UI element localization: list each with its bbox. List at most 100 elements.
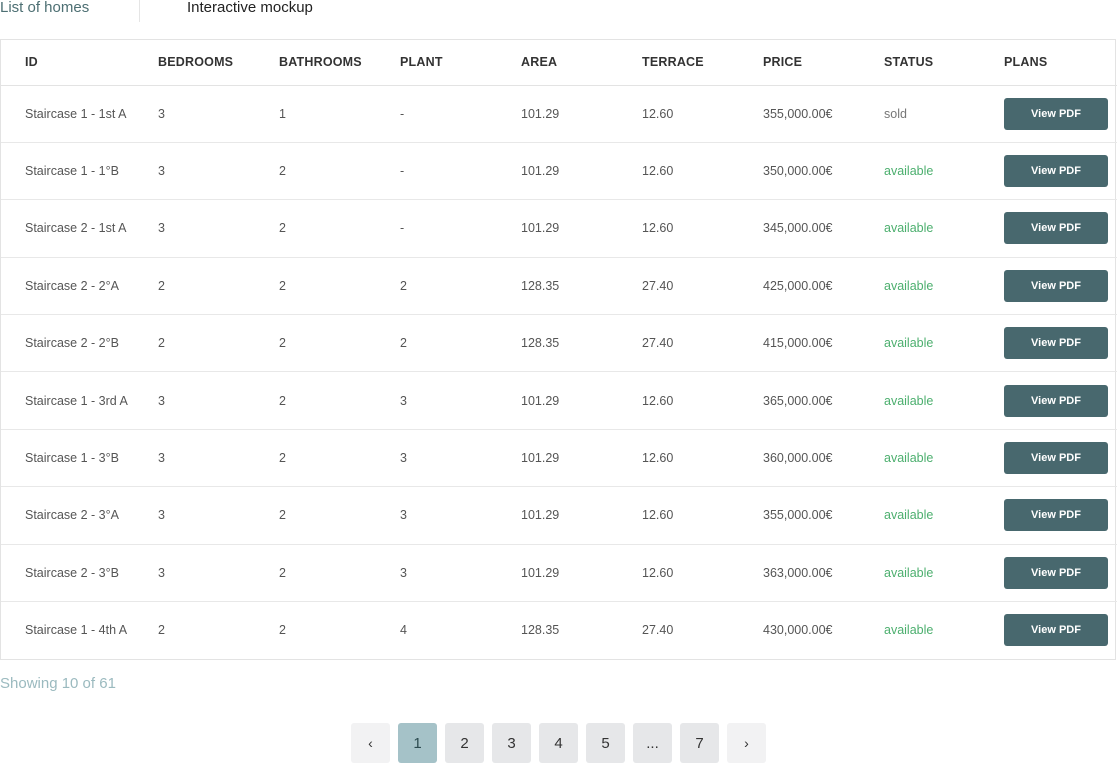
cell-plans: View PDF [1004,142,1117,201]
cell-bedrooms: 3 [158,85,279,143]
chevron-right-icon: › [744,735,749,751]
chevron-left-icon: ‹ [368,735,373,751]
cell-bedrooms: 3 [158,371,279,430]
tab-interactive-mockup[interactable]: Interactive mockup [187,0,313,18]
view-pdf-button[interactable]: View PDF [1004,384,1108,417]
header-terrace: TERRACE [642,40,763,86]
pagination-next-button[interactable]: › [727,723,766,763]
cell-status: sold [884,85,1004,143]
cell-status: available [884,544,1004,603]
table-row: Staircase 2 - 1st A 3 2-101.29 12.60 345,000… [1,199,1117,258]
cell-plans: View PDF [1004,544,1117,603]
cell-bathrooms: 1 [279,85,400,143]
header-area: AREA [521,40,642,86]
cell-plant: - [400,142,521,201]
cell-bedrooms: 2 [158,314,279,373]
view-pdf-button[interactable]: View PDF [1004,556,1108,589]
cell-area: 101.29 [521,486,642,545]
cell-price: 350,000.00€ [763,142,884,201]
cell-plant: - [400,199,521,258]
cell-status: available [884,199,1004,258]
cell-id: Staircase 1 - 1st A [1,85,158,143]
pagination-page-4[interactable]: 4 [539,723,578,763]
table-row: Staircase 1 - 1°B 3 2-101.29 12.60 350,000.0… [1,142,1117,201]
cell-id: Staircase 2 - 3°B [1,544,158,603]
pagination-page-5[interactable]: 5 [586,723,625,763]
cell-bathrooms: 2 [279,257,400,316]
cell-terrace: 12.60 [642,142,763,201]
table-body: Staircase 1 - 1st A 3 1-101.29 12.60 355,000… [1,85,1117,659]
cell-bedrooms: 2 [158,623,165,638]
tab-divider [139,0,140,22]
cell-plant: 3 [400,429,521,488]
table-row: Staircase 1 - 1st A 3 1-101.29 12.60 355,000… [1,85,1117,143]
cell-area: 101.29 [521,199,642,258]
table-row: Staircase 1 - 3rd A 3 2 3 101.29 12.60 365,000… [1,371,1117,430]
cell-price: 355,000.00€ [763,486,884,545]
view-pdf-button[interactable]: View PDF [1004,614,1108,647]
cell-id: Staircase 1 - 3rd A [1,371,158,430]
cell-plans: View PDF [1004,486,1117,545]
tab-list-of-homes[interactable]: List of homes [0,0,89,18]
cell-id: Staircase 2 - 3°A [1,486,158,545]
cell-price: 430,000.00€ [763,623,833,638]
cell-status: available [884,314,1004,373]
cell-plans: View PDF [1004,257,1117,316]
pagination: ‹ 1 2 3 4 5 ... 7 › [351,723,766,763]
cell-plans: View PDF [1004,199,1117,258]
cell-terrace: 12.60 [642,85,763,143]
cell-plant: 3 [400,486,521,545]
cell-bathrooms: 2 [279,544,400,603]
cell-area: 101.29 [521,429,642,488]
cell-plans: View PDF [1004,429,1117,488]
header-plans: PLANS [1004,40,1117,86]
cell-bedrooms: 3 [158,486,279,545]
cell-status: available [884,486,1004,545]
pagination-page-2[interactable]: 2 [445,723,484,763]
cell-status: available [884,257,1004,316]
cell-plans: View PDF [1004,314,1117,373]
cell-bathrooms: 2 [279,199,400,258]
cell-id: Staircase 1 - 4th A [25,623,128,638]
cell-area: 101.29 [521,142,642,201]
table-header-row: ID BEDROOMS BATHROOMS PLANT AREA TERRACE… [1,40,1117,86]
pagination-page-3[interactable]: 3 [492,723,531,763]
cell-id: Staircase 1 - 1°B [1,142,158,201]
view-pdf-button[interactable]: View PDF [1004,442,1108,475]
cell-price: 355,000.00€ [763,85,884,143]
cell-terrace: 12.60 [642,199,763,258]
tab-bar: List of homes Interactive mockup [0,0,1119,24]
pagination-prev-button[interactable]: ‹ [351,723,390,763]
cell-bathrooms: 2 [279,371,400,430]
view-pdf-button[interactable]: View PDF [1004,97,1108,130]
pagination-page-1[interactable]: 1 [398,723,437,763]
cell-plant: 3 [400,544,521,603]
cell-status: available [884,142,1004,201]
cell-bedrooms: 2 [158,257,279,316]
cell-plans: View PDF [1004,371,1117,430]
view-pdf-button[interactable]: View PDF [1004,327,1108,360]
cell-price: 425,000.00€ [763,257,884,316]
cell-area: 101.29 [521,371,642,430]
view-pdf-button[interactable]: View PDF [1004,499,1108,532]
cell-status: available [884,429,1004,488]
cell-bedrooms: 3 [158,142,279,201]
cell-price: 415,000.00€ [763,314,884,373]
table-row: Staircase 2 - 3°A 3 2 3 101.29 12.60 355,000.0… [1,486,1117,545]
cell-id: Staircase 2 - 2°B [1,314,158,373]
cell-plant: 2 [400,314,521,373]
showing-count: Showing 10 of 61 [0,675,116,692]
homes-table: ID BEDROOMS BATHROOMS PLANT AREA TERRACE… [0,39,1117,660]
cell-area: 101.29 [521,544,642,603]
view-pdf-button[interactable]: View PDF [1004,212,1108,245]
view-pdf-button[interactable]: View PDF [1004,155,1108,188]
view-pdf-button[interactable]: View PDF [1004,269,1108,302]
cell-terrace: 12.60 [642,429,763,488]
table-row: Staircase 1 - 4th A 2 2 4 128.35 27.40 430,000… [1,602,1117,659]
pagination-page-7[interactable]: 7 [680,723,719,763]
cell-terrace: 12.60 [642,544,763,603]
cell-plant: - [400,85,521,143]
header-plant: PLANT [400,40,521,86]
cell-bathrooms: 2 [279,486,400,545]
cell-plans: View PDF [1004,85,1117,143]
